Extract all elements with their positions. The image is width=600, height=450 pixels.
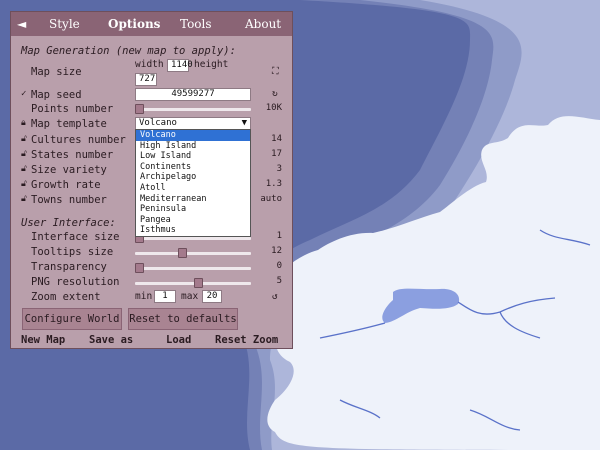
zoom-min-input[interactable]: 1	[154, 290, 176, 303]
slider-thumb[interactable]	[193, 278, 203, 288]
tab-about[interactable]: About	[245, 17, 281, 31]
interface-size-label: Interface size	[31, 231, 120, 243]
slider-thumb[interactable]	[135, 104, 144, 114]
map-template-label: Map template	[31, 118, 107, 130]
map-template-option[interactable]: Archipelago	[136, 172, 250, 183]
interface-size-value: 1	[276, 231, 282, 241]
map-template-option[interactable]: Atoll	[136, 183, 250, 194]
tooltips-size-slider[interactable]	[135, 248, 251, 258]
new-map-button[interactable]: New Map	[21, 334, 65, 346]
lock-icon[interactable]: 🔓︎	[21, 179, 27, 189]
interface-size-slider[interactable]	[135, 233, 251, 243]
tab-bar: ◄ Style Options Tools About	[11, 12, 292, 36]
map-template-option[interactable]: Pangea	[136, 215, 250, 226]
png-resolution-slider[interactable]	[135, 278, 251, 288]
points-number-value: 10K	[265, 103, 282, 113]
tooltips-size-label: Tooltips size	[31, 246, 114, 258]
map-size-label: Map size	[31, 66, 82, 78]
map-template-option[interactable]: Peninsula	[136, 204, 250, 215]
slider-thumb[interactable]	[177, 248, 187, 258]
save-as-button[interactable]: Save as	[89, 334, 133, 346]
map-template-option[interactable]: Mediterranean	[136, 194, 250, 205]
lock-icon[interactable]: 🔓︎	[21, 134, 27, 144]
growth-rate-label: Growth rate	[31, 179, 101, 191]
zoom-extent-row: Zoom extent	[11, 291, 294, 305]
chevron-down-icon: ▼	[241, 118, 247, 128]
lock-icon[interactable]: 🔒︎	[21, 118, 26, 128]
tab-tools[interactable]: Tools	[180, 17, 212, 31]
reset-defaults-button[interactable]: Reset to defaults	[128, 308, 238, 330]
options-panel: ◄ Style Options Tools About Map Generati…	[10, 11, 293, 349]
points-number-slider[interactable]	[135, 104, 251, 114]
tab-style[interactable]: Style	[49, 17, 80, 31]
png-resolution-value: 5	[276, 276, 282, 286]
map-template-option[interactable]: Low Island	[136, 151, 250, 162]
map-generation-title: Map Generation (new map to apply):	[21, 45, 236, 57]
map-seed-input[interactable]: 49599277	[135, 88, 251, 101]
lock-icon[interactable]: 🔓︎	[21, 194, 27, 204]
growth-rate-value: 1.3	[265, 179, 282, 189]
load-button[interactable]: Load	[166, 334, 191, 346]
configure-world-button[interactable]: Configure World	[22, 308, 122, 330]
states-number-label: States number	[31, 149, 114, 161]
map-height-input[interactable]: 727	[135, 73, 157, 86]
zoom-min-label: min	[135, 291, 153, 302]
lock-icon[interactable]: 🔓︎	[21, 164, 27, 174]
cultures-number-value: 14	[271, 134, 282, 144]
tooltips-size-value: 12	[271, 246, 282, 256]
map-template-option[interactable]: High Island	[136, 141, 250, 152]
transparency-value: 0	[276, 261, 282, 271]
reload-icon[interactable]: ↻	[272, 88, 278, 99]
map-seed-label: Map seed	[31, 89, 82, 101]
transparency-slider[interactable]	[135, 263, 251, 273]
towns-number-label: Towns number	[31, 194, 107, 206]
states-number-value: 17	[271, 149, 282, 159]
reset-icon[interactable]: ↺	[272, 291, 278, 302]
map-template-option[interactable]: Continents	[136, 162, 250, 173]
lock-icon[interactable]: 🔓︎	[21, 149, 27, 159]
cultures-number-label: Cultures number	[31, 134, 126, 146]
map-template-selected: Volcano	[139, 118, 177, 128]
transparency-label: Transparency	[31, 261, 107, 273]
collapse-icon[interactable]: ◄	[17, 17, 26, 31]
points-number-label: Points number	[31, 103, 114, 115]
slider-thumb[interactable]	[135, 263, 144, 273]
zoom-max-input[interactable]: 20	[202, 290, 222, 303]
size-variety-value: 3	[276, 164, 282, 174]
map-template-option[interactable]: Volcano	[136, 130, 250, 141]
width-label: width	[135, 59, 164, 70]
expand-icon[interactable]: ⛶	[272, 66, 279, 77]
towns-number-value: auto	[260, 194, 282, 204]
user-interface-title: User Interface:	[21, 217, 116, 229]
png-resolution-label: PNG resolution	[31, 276, 120, 288]
map-template-dropdown[interactable]: Volcano High Island Low Island Continents Ar…	[135, 129, 251, 237]
zoom-extent-label: Zoom extent	[31, 291, 101, 303]
height-label: height	[194, 59, 229, 70]
map-template-option[interactable]: Isthmus	[136, 225, 250, 236]
reset-zoom-button[interactable]: Reset Zoom	[215, 334, 278, 346]
tab-options[interactable]: Options	[108, 17, 160, 31]
size-variety-label: Size variety	[31, 164, 107, 176]
map-width-input[interactable]: 1140	[167, 59, 193, 72]
check-icon[interactable]: ✓	[21, 89, 26, 99]
zoom-max-label: max	[181, 291, 199, 302]
